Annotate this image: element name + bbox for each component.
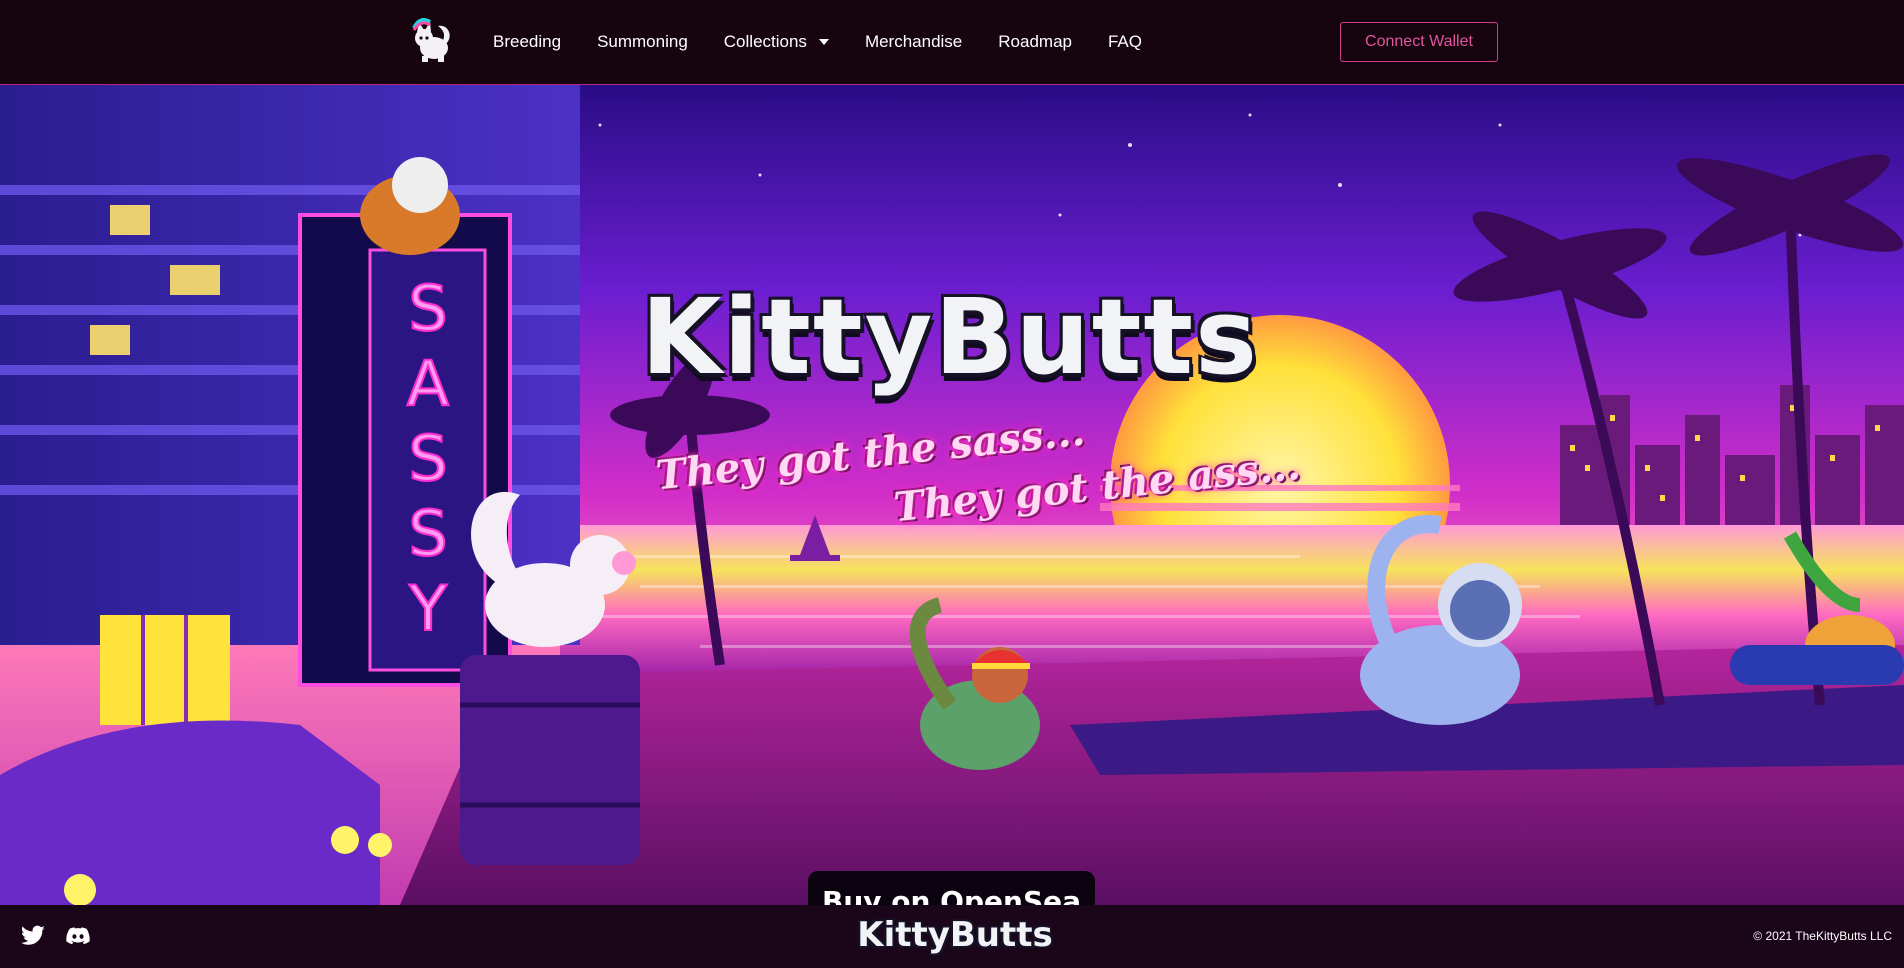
- copyright-text: © 2021 TheKittyButts LLC: [1753, 929, 1892, 943]
- connect-wallet-button[interactable]: Connect Wallet: [1340, 22, 1498, 62]
- footer-logo[interactable]: KittyButts: [850, 915, 1060, 955]
- nav-roadmap-label: Roadmap: [998, 32, 1072, 51]
- nav-collections-dropdown[interactable]: Collections: [724, 32, 829, 52]
- nav-breeding-label: Breeding: [493, 32, 562, 51]
- footer-bar: KittyButts © 2021 TheKittyButts LLC: [0, 905, 1904, 968]
- buy-on-opensea-label: Buy on OpenSea: [821, 885, 1081, 905]
- chevron-down-icon: [818, 39, 829, 45]
- svg-text:Y: Y: [408, 572, 447, 645]
- nav-merchandise-label: Merchandise: [864, 32, 963, 51]
- kittybutts-logo-icon[interactable]: [408, 16, 456, 64]
- nav-roadmap[interactable]: Roadmap: [998, 32, 1072, 52]
- nav-summoning-label: Summoning: [597, 32, 688, 51]
- nav-merchandise[interactable]: Merchandise: [865, 32, 962, 52]
- nav-breeding[interactable]: Breeding: [493, 32, 561, 52]
- twitter-icon[interactable]: [19, 923, 47, 949]
- svg-text:A: A: [407, 347, 449, 420]
- buy-on-opensea-button[interactable]: Buy on OpenSea: [808, 871, 1095, 905]
- nav-faq[interactable]: FAQ: [1108, 32, 1142, 52]
- top-navbar: Breeding Summoning Collections Merchandi…: [0, 0, 1904, 85]
- nav-faq-label: FAQ: [1107, 32, 1142, 51]
- main-nav-menu: Breeding Summoning Collections Merchandi…: [493, 0, 1178, 84]
- sassy-sign-letter: S: [408, 272, 447, 345]
- nav-summoning[interactable]: Summoning: [597, 32, 688, 52]
- svg-text:S: S: [408, 497, 447, 570]
- hero-title: KittyButts: [640, 276, 1260, 398]
- discord-icon[interactable]: [64, 923, 92, 949]
- nav-collections-label: Collections: [723, 32, 807, 51]
- svg-text:S: S: [408, 422, 447, 495]
- hero-banner: S A S S Y KittyButts They got the sass..…: [0, 85, 1904, 905]
